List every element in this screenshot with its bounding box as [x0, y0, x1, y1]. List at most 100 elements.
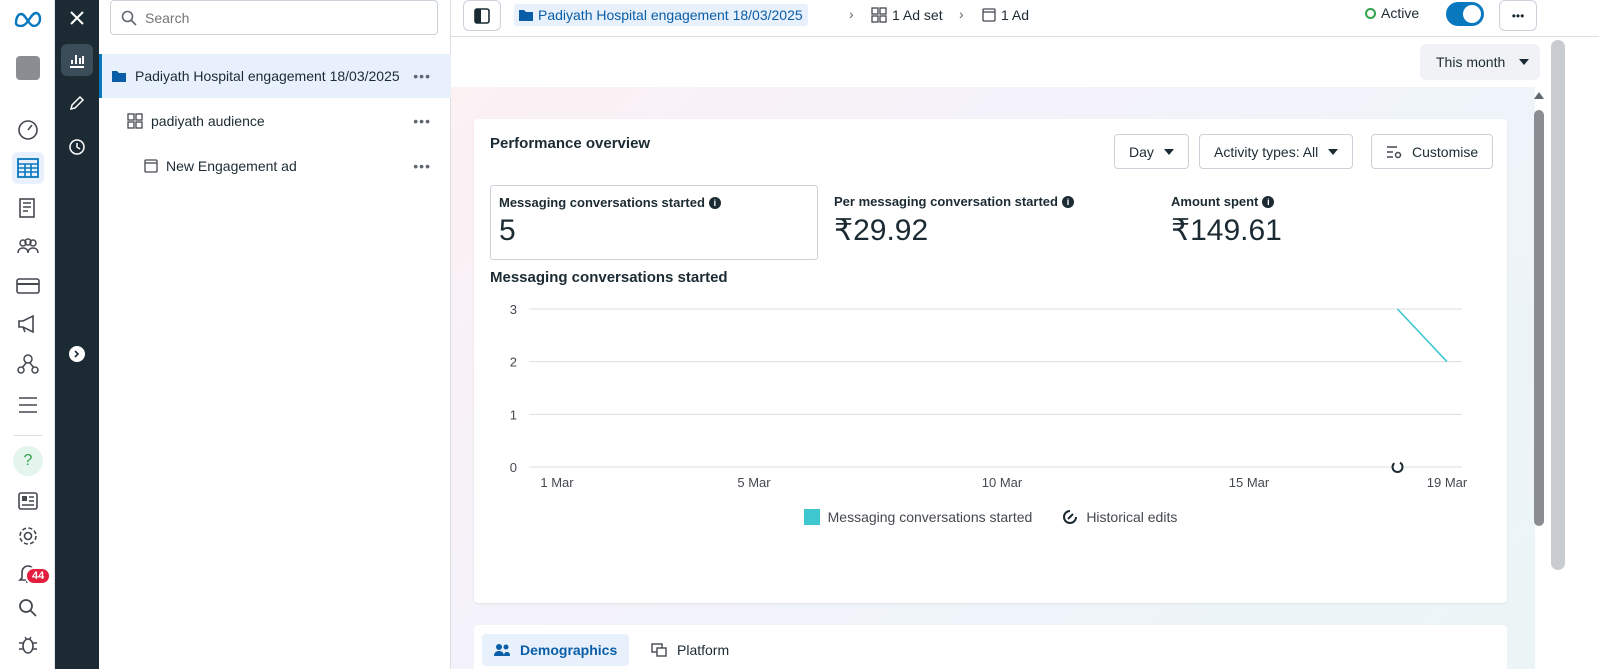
news-icon[interactable]: [12, 485, 44, 517]
card-title: Performance overview: [490, 135, 651, 152]
ad-icon: [144, 159, 158, 173]
metric-amount-spent[interactable]: Amount spent i ₹149.61: [1163, 185, 1483, 260]
date-range-dropdown[interactable]: This month: [1420, 44, 1540, 80]
edit-pencil-icon[interactable]: [61, 87, 93, 119]
all-tools-menu-icon[interactable]: [12, 389, 44, 421]
side-panel-icon: [474, 7, 490, 24]
line-chart: 0 1 2 3 1 Mar 5 Mar 10 Mar 15 Mar 19 Mar: [510, 302, 1468, 490]
info-icon[interactable]: i: [1262, 195, 1275, 208]
legend-label: Messaging conversations started: [827, 509, 1033, 525]
content-scrollbar[interactable]: [1531, 88, 1547, 669]
info-icon[interactable]: i: [708, 196, 721, 209]
ads-manager-table-icon[interactable]: [12, 152, 44, 184]
performance-chart-icon[interactable]: [61, 44, 93, 76]
historical-edits-icon: [1063, 510, 1078, 524]
tab-platform[interactable]: Platform: [639, 634, 741, 666]
app-rail: ? 44: [0, 0, 55, 669]
search-input[interactable]: [145, 9, 425, 26]
legend-label: Historical edits: [1086, 509, 1178, 525]
tree-item-adset[interactable]: padiyath audience •••: [99, 99, 451, 143]
breadcrumb-ad-label: 1 Ad: [1001, 7, 1030, 23]
date-range-bar: This month: [451, 37, 1551, 87]
caret-down-icon: [1519, 59, 1530, 65]
events-manager-icon[interactable]: [12, 348, 44, 380]
breadcrumb-campaign[interactable]: Padiyath Hospital engagement 18/03/2025: [514, 4, 808, 26]
performance-overview-card: Performance overview Day Activity types:…: [474, 119, 1507, 603]
editor-tool-column: [55, 0, 99, 669]
overview-canvas: Performance overview Day Activity types:…: [451, 87, 1535, 669]
close-icon[interactable]: [61, 2, 93, 34]
dashboard-icon[interactable]: [12, 113, 44, 145]
rail-divider: [14, 435, 42, 436]
expand-chevron-icon[interactable]: [61, 338, 93, 370]
billing-card-icon[interactable]: [12, 270, 44, 302]
breadcrumb-campaign-label: Padiyath Hospital engagement 18/03/2025: [538, 7, 803, 23]
metric-messaging-conversations[interactable]: Messaging conversations started i 5: [490, 185, 818, 260]
metric-label: Amount spent: [1171, 194, 1259, 209]
metric-value: ₹29.92: [834, 214, 929, 247]
x-tick-label: 1 Mar: [540, 475, 574, 490]
help-icon[interactable]: ?: [12, 445, 44, 477]
notification-count-badge: 44: [25, 567, 52, 585]
y-tick-label: 0: [510, 460, 517, 475]
tree-item-label: New Engagement ad: [166, 158, 297, 174]
account-avatar[interactable]: [12, 52, 44, 84]
campaign-megaphone-icon[interactable]: [12, 308, 44, 340]
x-tick-label: 10 Mar: [982, 475, 1023, 490]
caret-down-icon: [1163, 148, 1174, 155]
granularity-label: Day: [1129, 143, 1154, 160]
more-options-icon[interactable]: •••: [413, 158, 431, 174]
search-field[interactable]: [110, 0, 438, 35]
main-content: This month Performance overview Day Acti…: [451, 37, 1599, 669]
more-options-icon[interactable]: •••: [413, 113, 431, 129]
more-options-button[interactable]: •••: [1499, 0, 1537, 31]
y-tick-label: 1: [510, 407, 517, 422]
more-options-icon: •••: [1511, 8, 1525, 23]
info-icon[interactable]: i: [1061, 195, 1074, 208]
customise-button[interactable]: Customise: [1371, 134, 1494, 169]
breadcrumb-adset[interactable]: 1 Ad set: [871, 4, 943, 26]
chart-legend: Messaging conversations started Historic…: [474, 509, 1507, 525]
tree-item-ad[interactable]: New Engagement ad •••: [99, 144, 451, 188]
tab-demographics[interactable]: Demographics: [482, 634, 630, 666]
customise-label: Customise: [1412, 143, 1479, 160]
history-clock-icon[interactable]: [61, 131, 93, 163]
active-toggle[interactable]: [1446, 2, 1484, 26]
bug-report-icon[interactable]: [12, 628, 44, 660]
x-tick-label: 5 Mar: [737, 475, 771, 490]
tree-item-label: padiyath audience: [151, 113, 265, 129]
historical-edit-marker: [1391, 461, 1404, 473]
metric-value: ₹149.61: [1171, 214, 1282, 247]
page-scrollbar[interactable]: [1551, 40, 1565, 570]
folder-icon: [519, 10, 533, 21]
customise-settings-icon: [1387, 145, 1402, 158]
tree-item-label: Padiyath Hospital engagement 18/03/2025: [135, 68, 400, 84]
activity-types-dropdown[interactable]: Activity types: All: [1199, 134, 1354, 169]
granularity-dropdown[interactable]: Day: [1114, 134, 1189, 169]
metric-value: 5: [499, 214, 516, 247]
legend-item-historical-edits[interactable]: Historical edits: [1062, 509, 1177, 525]
status-circle-icon: [1365, 7, 1376, 19]
meta-logo-icon[interactable]: [12, 3, 44, 35]
scrollbar-thumb[interactable]: [1534, 110, 1544, 526]
tree-item-campaign[interactable]: Padiyath Hospital engagement 18/03/2025 …: [99, 54, 451, 98]
folder-icon: [112, 71, 126, 82]
more-options-icon[interactable]: •••: [413, 68, 431, 84]
toggle-panel-button[interactable]: [463, 0, 501, 31]
status-indicator: Active: [1365, 5, 1419, 21]
metric-cost-per-conversation[interactable]: Per messaging conversation started i ₹29…: [826, 185, 1146, 260]
metric-label: Per messaging conversation started: [834, 194, 1058, 209]
search-icon[interactable]: [12, 592, 44, 624]
breakdown-card: Demographics Platform: [474, 625, 1507, 669]
people-icon: [494, 644, 510, 656]
top-bar: Padiyath Hospital engagement 18/03/2025 …: [451, 0, 1599, 37]
scroll-up-arrow-icon[interactable]: [1534, 92, 1544, 99]
pages-icon[interactable]: [12, 192, 44, 224]
caret-down-icon: [1328, 148, 1339, 155]
legend-item-series[interactable]: Messaging conversations started: [803, 509, 1033, 525]
search-icon: [121, 10, 137, 26]
settings-gear-icon[interactable]: [12, 520, 44, 552]
breadcrumb-ad[interactable]: 1 Ad: [982, 4, 1029, 26]
chevron-right-icon: ›: [959, 6, 964, 22]
audiences-icon[interactable]: [12, 230, 44, 262]
